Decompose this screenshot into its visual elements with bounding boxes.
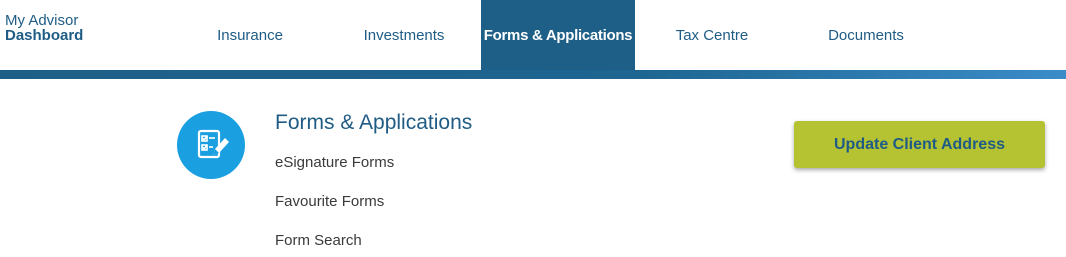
nav-item-insurance[interactable]: Insurance xyxy=(200,0,300,70)
link-esignature-forms[interactable]: eSignature Forms xyxy=(275,154,394,171)
nav-item-tax-centre[interactable]: Tax Centre xyxy=(662,0,762,70)
forms-checklist-icon xyxy=(177,111,245,179)
nav-item-investments[interactable]: Investments xyxy=(350,0,458,70)
update-client-address-button[interactable]: Update Client Address xyxy=(794,121,1045,168)
top-navigation-bar: My Advisor Dashboard Insurance Investmen… xyxy=(0,0,1066,70)
link-favourite-forms[interactable]: Favourite Forms xyxy=(275,193,384,210)
brand-logo-link[interactable]: My Advisor Dashboard xyxy=(5,13,83,43)
link-form-search[interactable]: Form Search xyxy=(275,232,362,249)
header-accent-band xyxy=(0,70,1066,79)
brand-line-1: My Advisor xyxy=(5,12,79,29)
nav-item-forms-applications[interactable]: Forms & Applications xyxy=(481,0,635,70)
nav-item-documents[interactable]: Documents xyxy=(815,0,917,70)
section-title: Forms & Applications xyxy=(275,111,473,134)
brand-line-2: Dashboard xyxy=(5,27,84,44)
